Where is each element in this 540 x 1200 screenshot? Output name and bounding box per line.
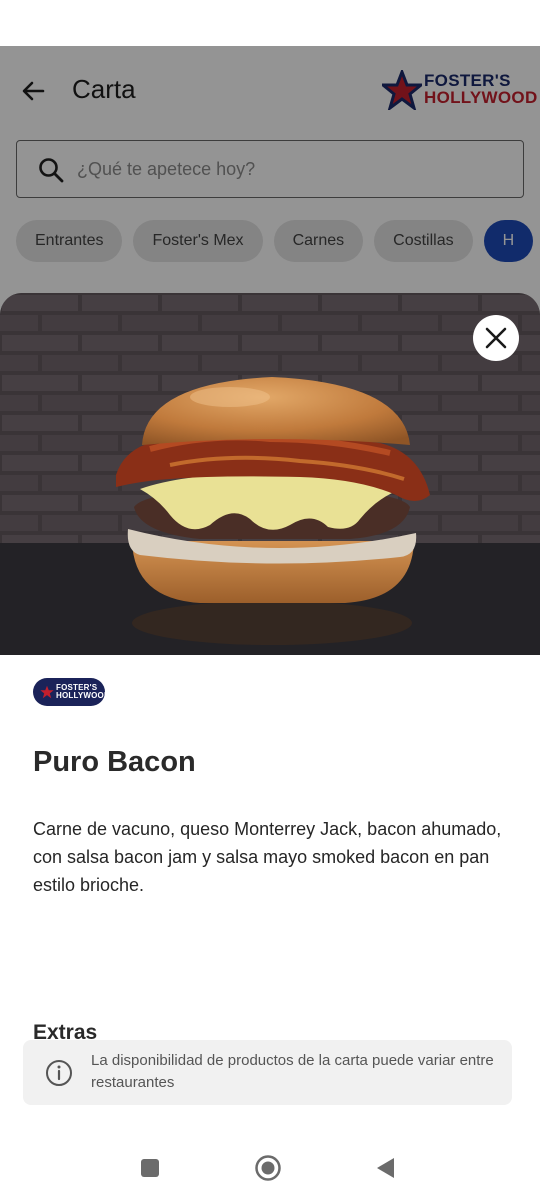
close-icon xyxy=(485,327,507,349)
burger-illustration xyxy=(0,293,540,655)
info-icon xyxy=(46,1060,72,1086)
product-description: Carne de vacuno, queso Monterrey Jack, b… xyxy=(33,819,502,895)
home-icon[interactable] xyxy=(254,1154,282,1182)
product-name: Puro Bacon xyxy=(33,746,196,778)
system-nav-bar xyxy=(0,1136,540,1200)
brand-badge: FOSTER'S HOLLYWOOD xyxy=(33,678,110,706)
status-bar xyxy=(0,0,540,46)
badge-text-line2: HOLLYWOOD xyxy=(56,691,110,700)
availability-notice: La disponibilidad de productos de la car… xyxy=(23,1040,512,1105)
recents-icon[interactable] xyxy=(136,1154,164,1182)
burger-photo xyxy=(0,293,540,655)
back-icon[interactable] xyxy=(372,1154,400,1182)
notice-text: La disponibilidad de productos de la car… xyxy=(91,1052,494,1091)
close-button[interactable] xyxy=(473,315,519,361)
star-badge-icon xyxy=(40,685,54,699)
